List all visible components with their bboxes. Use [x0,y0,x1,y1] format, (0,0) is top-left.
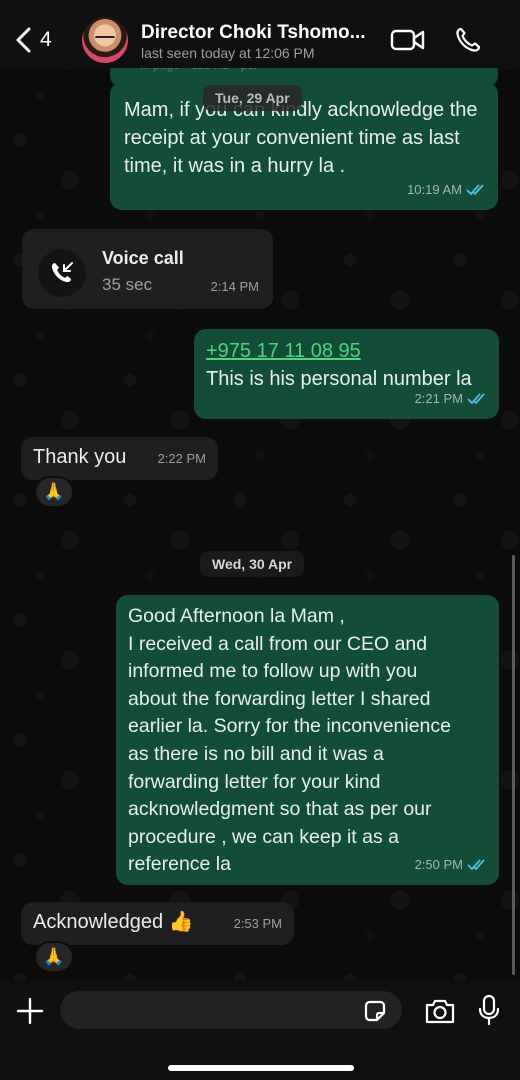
reaction-badge[interactable]: 🙏 [34,476,74,508]
phone-icon[interactable] [454,26,482,54]
chat-header: 4 Director Choki Tshomo... last seen tod… [0,0,520,68]
message-input[interactable] [60,991,402,1029]
call-duration: 35 sec [102,275,153,294]
message-line: I received a call from our CEO and [128,632,428,655]
last-seen-status: last seen today at 12:06 PM [141,45,315,61]
double-check-icon [467,859,485,871]
call-icon-badge [38,249,86,297]
sticker-icon[interactable] [362,998,388,1024]
message-bubble-incoming[interactable]: Thank you 2:22 PM [21,437,218,480]
message-line: forwarding letter for your kind [128,770,381,793]
camera-icon[interactable] [424,997,456,1025]
date-separator: Wed, 30 Apr [200,551,305,577]
reaction-badge[interactable]: 🙏 [34,941,74,973]
message-line: acknowledgment so that as per our [128,798,432,821]
back-button[interactable]: 4 [14,22,52,58]
message-line: procedure , we can keep it as a [128,825,399,848]
message-line: earlier la. Sorry for the inconvenience [128,715,451,738]
phone-number-link[interactable]: +975 17 11 08 95 [206,337,487,365]
message-bubble-outgoing[interactable]: +975 17 11 08 95 This is his personal nu… [194,329,499,419]
contact-name[interactable]: Director Choki Tshomo... [141,22,381,44]
message-time: 2:53 PM [233,915,282,931]
message-line: Good Afternoon la Mam , [128,605,345,627]
composer-bar [0,980,520,1080]
message-bubble-outgoing[interactable]: Good Afternoon la Mam , I received a cal… [116,595,499,885]
message-time: 10:19 AM [407,182,462,197]
message-meta: 2:50 PM [415,851,487,879]
message-line: about the forwarding letter I shared [128,687,431,710]
call-incoming-icon [51,262,73,283]
unread-count: 4 [40,28,52,51]
message-time: 2:22 PM [157,450,206,466]
call-title: Voice call [102,248,184,268]
scrollbar[interactable] [512,555,515,975]
double-check-icon [467,393,485,405]
message-bubble-outgoing[interactable]: Mam, if you can kindly acknowledge the r… [110,82,498,210]
message-line: as there is no bill and it was a [128,742,384,765]
message-meta: 2:53 PM [234,910,282,938]
home-indicator [168,1065,354,1071]
date-separator: Tue, 29 Apr [203,85,302,111]
message-time: 2:21 PM [414,391,463,406]
plus-icon[interactable] [16,997,44,1025]
message-time: 2:14 PM [210,278,259,294]
back-chevron-icon [16,27,31,53]
message-text: Mam, if you can kindly acknowledge the r… [124,99,478,177]
avatar[interactable] [82,17,128,63]
message-bubble-incoming[interactable]: Acknowledged 👍 2:53 PM [21,902,294,945]
message-text: Acknowledged 👍 [33,911,194,933]
message-meta: 2:22 PM [158,445,206,473]
message-meta: 2:21 PM [415,385,487,413]
message-meta: 10:19 AM [407,176,486,204]
message-meta: 2:14 PM [211,273,259,301]
message-time: 2:50 PM [414,857,463,873]
double-check-icon [466,184,484,196]
video-call-icon[interactable] [390,27,426,53]
message-text: Thank you [33,446,127,468]
message-line: informed me to follow up with you [128,660,418,683]
voice-call-bubble[interactable]: Voice call 35 sec 2:14 PM [22,229,273,309]
microphone-icon[interactable] [477,994,501,1026]
